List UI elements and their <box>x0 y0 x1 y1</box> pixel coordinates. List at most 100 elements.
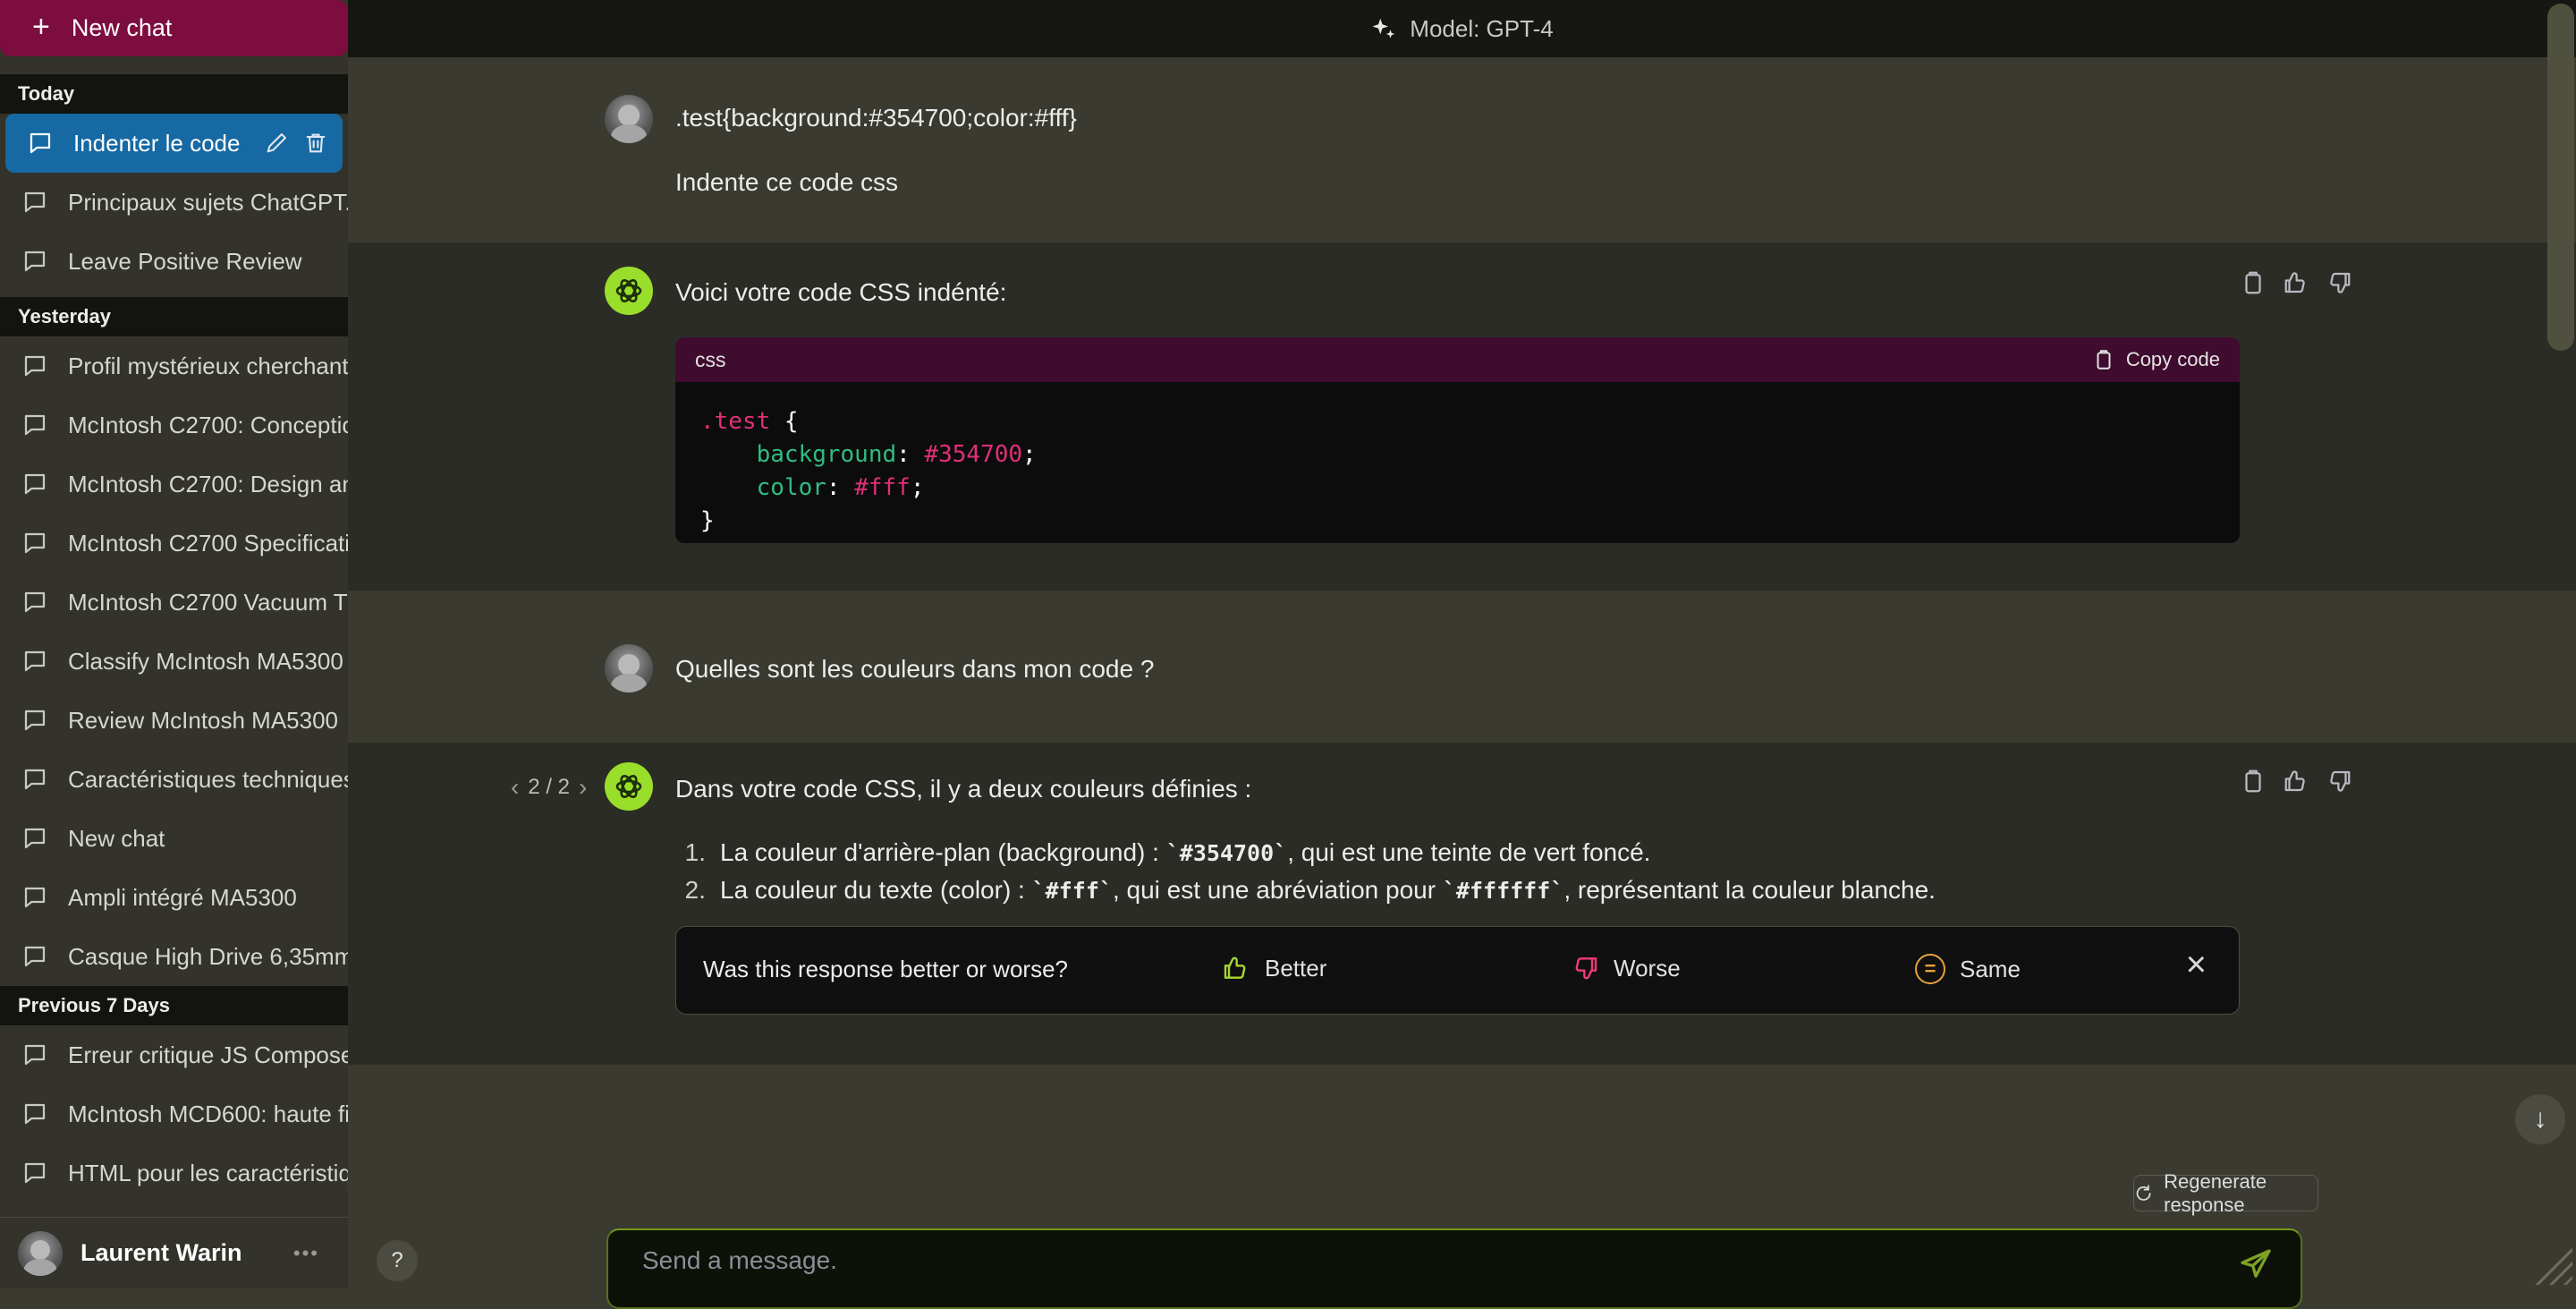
copy-code-button[interactable]: Copy code <box>2092 348 2220 371</box>
pagination-label: 2 / 2 <box>528 775 570 800</box>
thumbs-up-icon[interactable] <box>2283 269 2309 296</box>
next-response-icon[interactable]: › <box>579 773 587 802</box>
user-message-text: Indente ce code css <box>675 168 898 197</box>
chat-title: McIntosh C2700: Conception élé <box>68 412 348 439</box>
sidebar-item-c2700-design[interactable]: McIntosh C2700: Design and Fea <box>0 455 348 514</box>
chatgpt-logo <box>605 762 653 811</box>
copy-code-label: Copy code <box>2126 348 2220 371</box>
account-menu-icon[interactable]: ••• <box>293 1242 319 1265</box>
chat-title: McIntosh C2700 Specifications U <box>68 530 348 557</box>
thumbs-down-icon[interactable] <box>2326 768 2352 795</box>
sidebar-item-ampli-integre[interactable]: Ampli intégré MA5300 <box>0 868 348 927</box>
feedback-better-button[interactable]: Better <box>1222 954 1326 982</box>
chat-title: Principaux sujets ChatGPT. <box>68 189 348 217</box>
previous-response-icon[interactable]: ‹ <box>511 773 519 802</box>
user-avatar <box>605 644 653 693</box>
message-input[interactable] <box>642 1246 2163 1275</box>
new-chat-button[interactable]: + New chat <box>0 0 348 56</box>
copy-message-icon[interactable] <box>2240 269 2267 296</box>
clipboard-icon <box>2092 348 2115 371</box>
inline-code: `#354700` <box>1166 840 1287 866</box>
code-line: } <box>700 505 2240 538</box>
feedback-worse-button[interactable]: Worse <box>1571 954 1681 982</box>
sidebar-item-c2700-conception[interactable]: McIntosh C2700: Conception élé <box>0 395 348 455</box>
chat-bubble-icon <box>27 130 54 157</box>
inline-code: `#fff` <box>1032 878 1113 904</box>
chat-title: Review McIntosh MA5300 <box>68 707 348 735</box>
user-message-text: .test{background:#354700;color:#fff} <box>675 104 1077 132</box>
equals-circle-icon: = <box>1915 954 1945 984</box>
user-avatar <box>605 95 653 143</box>
inline-code: `#ffffff` <box>1443 878 1563 904</box>
chat-bubble-icon <box>21 589 48 616</box>
help-button[interactable]: ? <box>377 1240 418 1281</box>
send-icon[interactable] <box>2238 1246 2274 1282</box>
model-header: Model: GPT-4 <box>348 0 2576 57</box>
chat-title: McIntosh C2700: Design and Fea <box>68 471 348 498</box>
account-name: Laurent Warin <box>80 1239 242 1267</box>
chat-bubble-icon <box>21 412 48 438</box>
sidebar-item-erreur-js-composer[interactable]: Erreur critique JS Composer <box>0 1025 348 1084</box>
sidebar-item-html-caracteristiques[interactable]: HTML pour les caractéristiques. <box>0 1143 348 1203</box>
thumbs-up-icon[interactable] <box>2283 768 2309 795</box>
chat-title: McIntosh C2700 Vacuum Tube <box>68 589 348 616</box>
better-label: Better <box>1265 955 1326 982</box>
code-block-header: css Copy code <box>675 337 2240 382</box>
sidebar-item-review-ma5300[interactable]: Review McIntosh MA5300 <box>0 691 348 750</box>
sidebar-item-leave-positive-review[interactable]: Leave Positive Review <box>0 232 348 291</box>
chat-title: HTML pour les caractéristiques. <box>68 1160 348 1187</box>
feedback-close-icon[interactable]: × <box>2186 947 2207 982</box>
sidebar-item-classify-ma5300[interactable]: Classify McIntosh MA5300 <box>0 632 348 691</box>
message-actions <box>2240 768 2352 795</box>
feedback-card: Was this response better or worse? Bette… <box>675 926 2240 1015</box>
chat-bubble-icon <box>21 1101 48 1127</box>
scroll-to-bottom-button[interactable]: ↓ <box>2515 1094 2565 1144</box>
chat-bubble-icon <box>21 1041 48 1068</box>
sidebar-item-indenter-le-code-css[interactable]: Indenter le code CSS <box>5 114 343 173</box>
user-message-1: .test{background:#354700;color:#fff} Ind… <box>348 57 2576 242</box>
chat-title: Casque High Drive 6,35mm <box>68 943 348 971</box>
code-language-label: css <box>695 348 726 372</box>
main-area: Model: GPT-4 .test{background:#354700;co… <box>348 0 2576 1288</box>
code-line: .test { <box>700 405 2240 438</box>
chat-title: McIntosh MCD600: haute fidélité <box>68 1101 348 1128</box>
sidebar-item-profil-mysterieux[interactable]: Profil mystérieux cherchant amo <box>0 336 348 395</box>
feedback-same-button[interactable]: = Same <box>1915 954 2021 984</box>
chat-title: Erreur critique JS Composer <box>68 1041 348 1069</box>
chat-bubble-icon <box>21 707 48 734</box>
chat-bubble-icon <box>21 825 48 852</box>
section-label: Today <box>18 82 74 106</box>
account-row[interactable]: Laurent Warin ••• <box>0 1217 348 1288</box>
sidebar-item-caracteristiques-ht[interactable]: Caractéristiques techniques HT <box>0 750 348 809</box>
sidebar-item-casque-high-drive[interactable]: Casque High Drive 6,35mm <box>0 927 348 986</box>
assistant-message-1: Voici votre code CSS indénté: css Copy c… <box>348 242 2576 591</box>
sidebar-item-new-chat-conv[interactable]: New chat <box>0 809 348 868</box>
sidebar-item-principaux-sujets[interactable]: Principaux sujets ChatGPT. <box>0 173 348 232</box>
edit-icon[interactable] <box>264 131 289 156</box>
sidebar-item-c2700-vacuum-tube[interactable]: McIntosh C2700 Vacuum Tube <box>0 573 348 632</box>
section-header-today: Today <box>0 74 348 114</box>
response-pagination: ‹ 2 / 2 › <box>511 773 587 802</box>
assistant-numbered-list: 1. La couleur d'arrière-plan (background… <box>675 834 1936 909</box>
regenerate-label: Regenerate response <box>2164 1170 2318 1217</box>
section-header-previous-7-days: Previous 7 Days <box>0 986 348 1025</box>
scrollbar-thumb[interactable] <box>2547 4 2574 351</box>
chat-title: Indenter le code CSS <box>73 130 244 157</box>
openai-swirl-icon <box>612 769 646 803</box>
openai-swirl-icon <box>612 274 646 308</box>
message-actions <box>2240 269 2352 296</box>
sparkles-icon <box>1370 15 1397 42</box>
refresh-icon <box>2134 1182 2153 1205</box>
copy-message-icon[interactable] <box>2240 768 2267 795</box>
code-line: background: #354700; <box>700 438 2240 472</box>
sidebar-item-c2700-specifications[interactable]: McIntosh C2700 Specifications U <box>0 514 348 573</box>
chat-title: New chat <box>68 825 348 853</box>
worse-label: Worse <box>1614 955 1681 982</box>
sidebar-item-mcd600[interactable]: McIntosh MCD600: haute fidélité <box>0 1084 348 1143</box>
trash-icon[interactable] <box>303 131 328 156</box>
plus-icon: + <box>32 12 50 42</box>
chat-bubble-icon <box>21 471 48 497</box>
thumbs-down-icon[interactable] <box>2326 269 2352 296</box>
section-label: Previous 7 Days <box>18 994 170 1017</box>
regenerate-response-button[interactable]: Regenerate response <box>2133 1175 2318 1211</box>
